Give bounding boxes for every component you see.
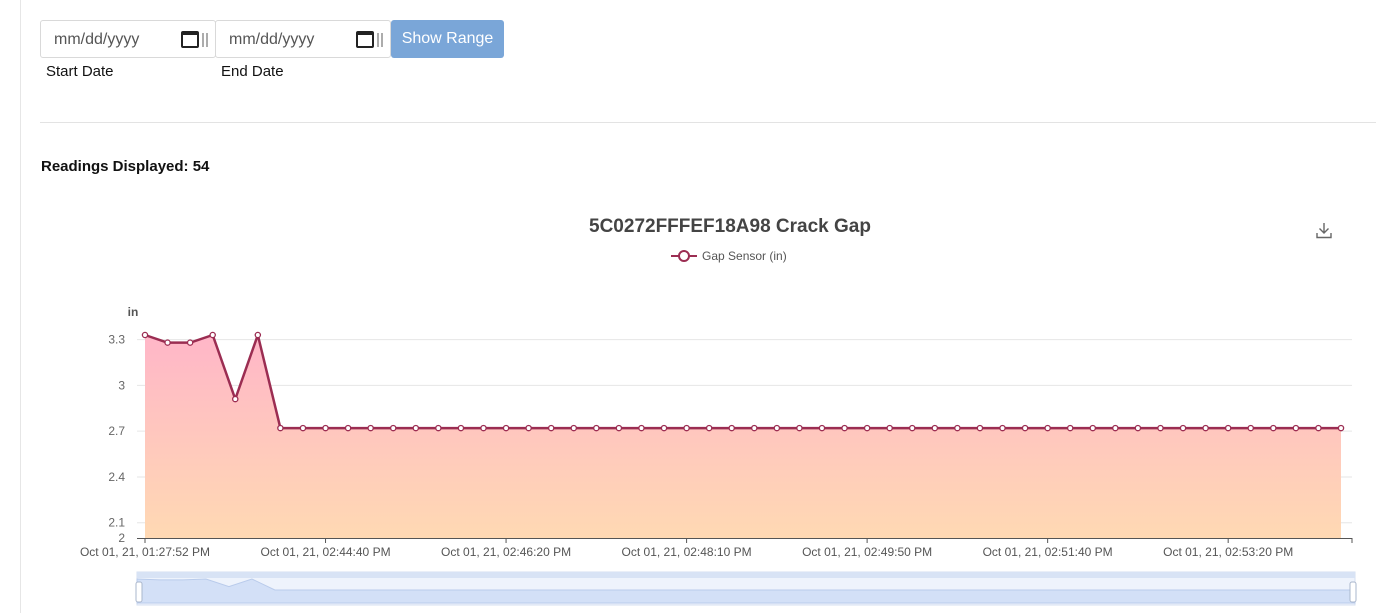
data-point	[1247, 424, 1254, 432]
data-point	[480, 424, 487, 432]
data-point	[164, 339, 171, 346]
data-point	[796, 424, 803, 432]
x-tick-label: Oct 01, 21, 02:46:20 PM	[441, 545, 571, 559]
data-point	[1337, 424, 1345, 432]
x-tick-label: Oct 01, 21, 02:44:40 PM	[260, 545, 390, 559]
zoom-slider-handle-bar	[137, 572, 1355, 578]
data-point	[141, 331, 149, 339]
data-point	[457, 424, 465, 432]
data-point	[1134, 424, 1142, 432]
series-line	[144, 333, 1341, 430]
data-point	[1179, 424, 1187, 432]
data-point	[886, 424, 893, 432]
series-area	[145, 335, 1341, 538]
y-tick-label: 2	[118, 531, 125, 545]
data-point	[1157, 424, 1164, 432]
data-point	[209, 331, 216, 339]
data-point	[1089, 424, 1097, 432]
x-tick-label: Oct 01, 21, 02:49:50 PM	[802, 545, 932, 559]
data-point	[683, 424, 690, 432]
data-point	[412, 424, 420, 432]
data-point	[502, 424, 510, 432]
data-point	[344, 424, 352, 432]
data-point	[728, 424, 735, 432]
data-point	[638, 424, 645, 432]
data-point	[751, 424, 758, 432]
data-point	[435, 424, 442, 432]
data-point	[954, 424, 961, 432]
data-point	[570, 424, 578, 432]
data-point	[299, 424, 307, 432]
data-point	[1224, 424, 1232, 432]
y-axis-label: in	[128, 305, 139, 319]
data-point	[1044, 424, 1051, 432]
data-point	[1202, 424, 1209, 432]
x-tick-label: Oct 01, 21, 01:27:52 PM	[80, 545, 210, 559]
data-point	[593, 424, 600, 432]
x-tick-label: Oct 01, 21, 02:53:20 PM	[1163, 545, 1293, 559]
zoom-handle[interactable]	[135, 581, 143, 603]
x-tick-label: Oct 01, 21, 02:51:40 PM	[983, 545, 1113, 559]
data-point	[1270, 424, 1277, 432]
x-tick-label: Oct 01, 21, 02:48:10 PM	[622, 545, 752, 559]
data-point	[931, 424, 939, 432]
data-point	[1066, 424, 1074, 432]
data-point	[773, 424, 781, 432]
zoom-handle[interactable]	[1349, 581, 1357, 603]
y-tick-label: 2.7	[108, 424, 125, 438]
data-point	[615, 424, 623, 432]
y-tick-label: 2.4	[108, 470, 125, 484]
data-point	[1112, 424, 1119, 432]
data-point	[818, 424, 826, 432]
data-point	[908, 424, 916, 432]
data-point	[322, 424, 329, 432]
data-point	[1021, 424, 1029, 432]
data-point	[999, 424, 1006, 432]
chart-canvas: 22.1 2.4 2.7 3 3.3in Oct 01, 21, 01:27:52 PM O…	[80, 305, 1357, 606]
data-point	[525, 424, 532, 432]
data-point	[389, 424, 397, 432]
data-point	[863, 424, 871, 432]
data-point	[547, 424, 555, 432]
data-point	[254, 331, 262, 339]
data-point	[232, 395, 239, 403]
data-point	[1292, 424, 1300, 432]
y-tick-label: 3.3	[108, 333, 125, 347]
y-tick-label: 2.1	[108, 516, 125, 530]
data-point	[277, 424, 284, 432]
data-point	[1315, 424, 1322, 432]
y-tick-label: 3	[118, 378, 125, 392]
data-point	[705, 424, 713, 432]
data-point	[660, 424, 668, 432]
data-point	[841, 424, 848, 432]
data-point	[186, 339, 194, 346]
data-point	[367, 424, 374, 432]
data-point	[976, 424, 984, 432]
